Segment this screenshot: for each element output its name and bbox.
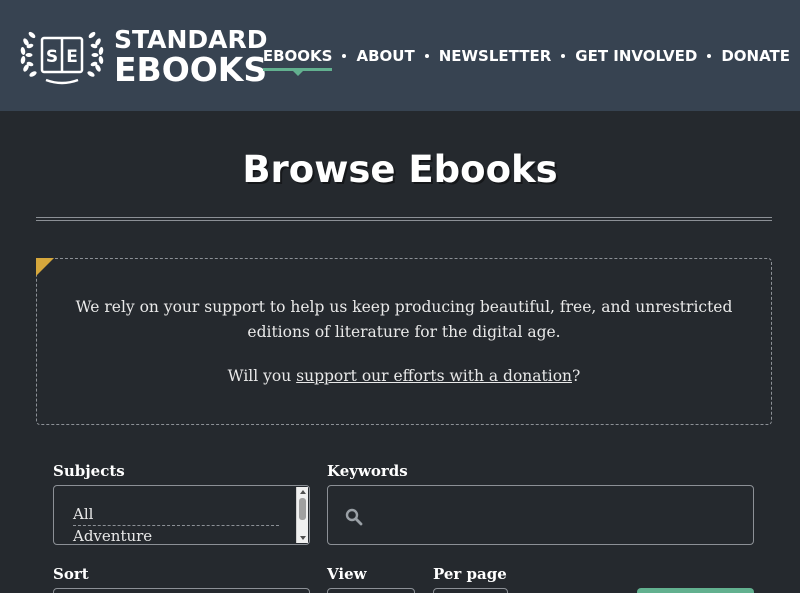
scroll-thumb[interactable] (299, 498, 306, 520)
donation-ask-prefix: Will you (227, 367, 297, 385)
svg-text:S: S (46, 47, 58, 67)
subject-option-all[interactable]: All (73, 504, 279, 526)
search-icon (345, 508, 363, 526)
svg-text:E: E (66, 47, 78, 67)
nav-separator (342, 54, 347, 58)
subjects-select[interactable]: All Adventure (53, 485, 310, 545)
sort-select[interactable] (53, 588, 310, 593)
subjects-label: Subjects (53, 462, 125, 480)
per-page-label: Per page (433, 565, 507, 583)
donation-callout: We rely on your support to help us keep … (36, 258, 772, 425)
logo-line-2: EBOOKS (114, 50, 268, 89)
donation-ask: Will you support our efforts with a dona… (37, 364, 771, 389)
laurel-book-emblem-icon: S E (20, 31, 104, 85)
site-logo[interactable]: S E STANDARD EBOOKS (16, 24, 268, 88)
filter-submit-button[interactable] (637, 588, 754, 593)
page-title: Browse Ebooks (242, 148, 558, 191)
subjects-options: All Adventure (73, 504, 279, 544)
logo-wordmark: STANDARD EBOOKS (114, 27, 274, 86)
nav-separator (707, 54, 712, 58)
title-divider (36, 217, 772, 221)
keywords-field[interactable] (327, 485, 754, 545)
keywords-label: Keywords (327, 462, 408, 480)
nav-ebooks[interactable]: EBOOKS (262, 47, 332, 76)
view-label: View (327, 565, 367, 583)
scroll-down-icon[interactable] (300, 536, 306, 540)
donation-link[interactable]: support our efforts with a donation (296, 367, 572, 385)
view-select[interactable] (327, 588, 415, 593)
main-nav: EBOOKS ABOUT NEWSLETTER GET INVOLVED DON… (262, 45, 790, 76)
nav-donate[interactable]: DONATE (721, 47, 790, 65)
nav-about[interactable]: ABOUT (356, 47, 414, 65)
nav-separator (424, 54, 429, 58)
donation-message: We rely on your support to help us keep … (75, 298, 733, 341)
donation-ask-suffix: ? (572, 367, 581, 385)
nav-newsletter[interactable]: NEWSLETTER (439, 47, 552, 65)
per-page-select[interactable] (433, 588, 508, 593)
scroll-up-icon[interactable] (300, 490, 306, 494)
sort-label: Sort (53, 565, 89, 583)
corner-flag-icon (36, 258, 54, 276)
subjects-scrollbar[interactable] (296, 487, 308, 543)
nav-get-involved[interactable]: GET INVOLVED (575, 47, 697, 65)
subject-option-adventure[interactable]: Adventure (73, 526, 279, 544)
keywords-input[interactable] (372, 502, 742, 530)
nav-separator (561, 54, 566, 58)
site-header: S E STANDARD EBOOKS EBOOKS ABOUT NEWSLET… (0, 0, 800, 111)
